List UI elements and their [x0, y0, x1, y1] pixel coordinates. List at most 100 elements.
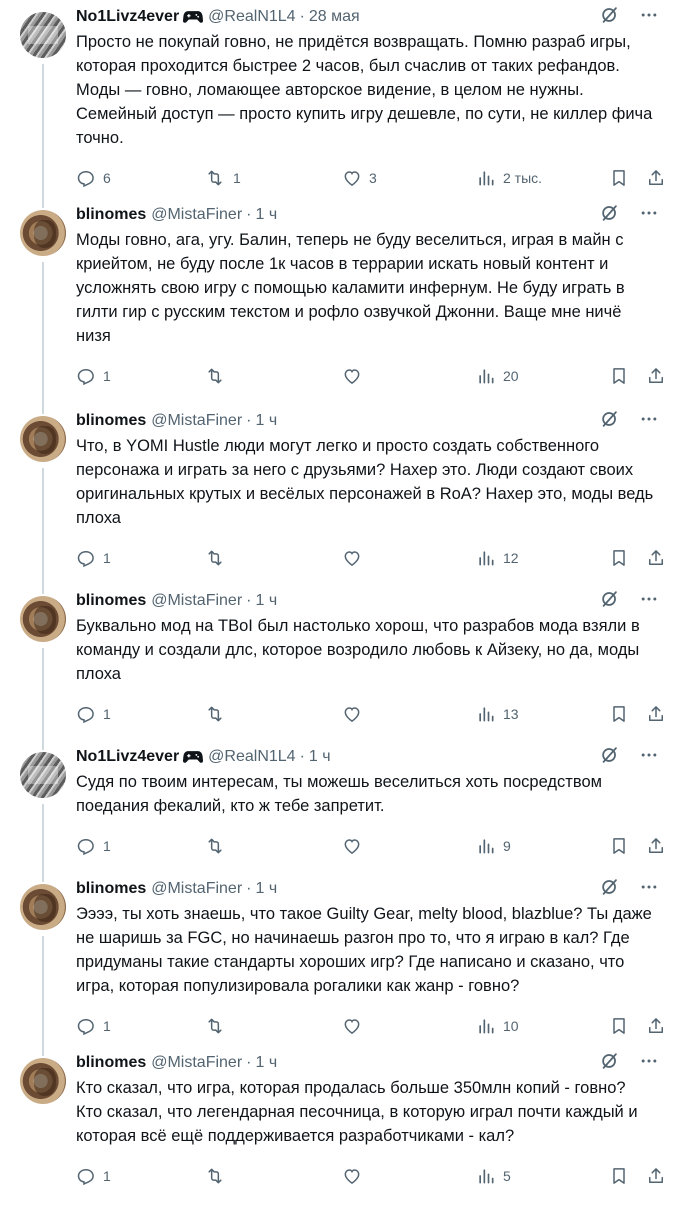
avatar[interactable]: [20, 416, 66, 462]
author-name[interactable]: No1Livz4ever: [76, 748, 179, 766]
author-handle[interactable]: @MistaFiner: [151, 592, 242, 610]
views-icon: [476, 1016, 496, 1036]
timestamp[interactable]: 1 ч: [309, 748, 331, 766]
more-options-icon[interactable]: [639, 409, 659, 434]
author-handle[interactable]: @MistaFiner: [151, 880, 242, 898]
tweet-text-line: точно.: [76, 129, 124, 147]
author-name[interactable]: blinomes: [76, 880, 146, 898]
timestamp[interactable]: 1 ч: [255, 206, 277, 224]
like-button[interactable]: [342, 1015, 369, 1037]
views-button[interactable]: 13: [476, 703, 519, 725]
like-button[interactable]: [342, 835, 369, 857]
tweet[interactable]: blinomes @MistaFiner · 1 ч Моды говно, ага, …: [0, 198, 679, 404]
author-handle[interactable]: @RealN1L4: [208, 748, 295, 766]
more-options-icon[interactable]: [639, 1051, 659, 1076]
retweet-count: 1: [233, 170, 241, 186]
reply-button[interactable]: 1: [76, 1165, 111, 1187]
share-button[interactable]: [646, 1165, 666, 1187]
tweet[interactable]: blinomes @MistaFiner · 1 ч Ээээ, ты хоть зна…: [0, 872, 679, 1046]
bookmark-icon: [609, 1016, 629, 1036]
like-button[interactable]: [342, 547, 369, 569]
views-button[interactable]: 9: [476, 835, 511, 857]
bookmark-button[interactable]: [609, 835, 629, 857]
tweet[interactable]: No1Livz4ever @RealN1L4 · 1 ч Судя по твоим и…: [0, 740, 679, 872]
avatar[interactable]: [20, 752, 66, 798]
retweet-button[interactable]: [204, 1015, 233, 1037]
reply-button[interactable]: 1: [76, 703, 111, 725]
views-button[interactable]: 5: [476, 1165, 511, 1187]
retweet-button[interactable]: [204, 1165, 233, 1187]
share-button[interactable]: [646, 167, 666, 189]
author-name[interactable]: blinomes: [76, 206, 146, 224]
retweet-button[interactable]: [204, 365, 233, 387]
retweet-icon: [204, 548, 226, 568]
author-name[interactable]: blinomes: [76, 412, 146, 430]
more-options-icon[interactable]: [639, 5, 659, 30]
author-name[interactable]: No1Livz4ever: [76, 8, 179, 26]
tweet[interactable]: No1Livz4ever @RealN1L4 · 28 мая Просто не по…: [0, 0, 679, 198]
share-button[interactable]: [646, 703, 666, 725]
avatar[interactable]: [20, 1058, 66, 1104]
reply-button[interactable]: 1: [76, 1015, 111, 1037]
share-button[interactable]: [646, 835, 666, 857]
timestamp[interactable]: 1 ч: [255, 880, 277, 898]
grok-icon[interactable]: [599, 1050, 621, 1077]
avatar[interactable]: [20, 596, 66, 642]
views-button[interactable]: 10: [476, 1015, 519, 1037]
share-button[interactable]: [646, 1015, 666, 1037]
more-options-icon[interactable]: [639, 589, 659, 614]
avatar[interactable]: [20, 210, 66, 256]
author-name[interactable]: blinomes: [76, 1054, 146, 1072]
like-button[interactable]: [342, 1165, 369, 1187]
bookmark-button[interactable]: [609, 1165, 629, 1187]
author-name[interactable]: blinomes: [76, 592, 146, 610]
share-button[interactable]: [646, 547, 666, 569]
grok-icon[interactable]: [599, 588, 621, 615]
reply-button[interactable]: 6: [76, 167, 111, 189]
like-button[interactable]: [342, 365, 369, 387]
grok-icon[interactable]: [599, 4, 621, 31]
reply-button[interactable]: 1: [76, 365, 111, 387]
views-button[interactable]: 20: [476, 365, 519, 387]
more-options-icon[interactable]: [639, 745, 659, 770]
bookmark-button[interactable]: [609, 703, 629, 725]
timestamp[interactable]: 1 ч: [255, 592, 277, 610]
timestamp[interactable]: 1 ч: [255, 1054, 277, 1072]
avatar[interactable]: [20, 884, 66, 930]
retweet-button[interactable]: 1: [204, 167, 241, 189]
timestamp[interactable]: 1 ч: [255, 412, 277, 430]
tweet-text-line: Просто не покупай говно, не придётся воз…: [76, 33, 631, 51]
timestamp[interactable]: 28 мая: [309, 8, 360, 26]
bookmark-button[interactable]: [609, 167, 629, 189]
like-button[interactable]: [342, 703, 369, 725]
tweet[interactable]: blinomes @MistaFiner · 1 ч Кто сказал, что и…: [0, 1046, 679, 1206]
share-icon: [646, 836, 666, 856]
retweet-button[interactable]: [204, 703, 233, 725]
author-handle[interactable]: @MistaFiner: [151, 412, 242, 430]
views-button[interactable]: 2 тыс.: [476, 167, 542, 189]
author-handle[interactable]: @MistaFiner: [151, 1054, 242, 1072]
tweet[interactable]: blinomes @MistaFiner · 1 ч Что, в YOMI Hustl…: [0, 404, 679, 584]
bookmark-button[interactable]: [609, 1015, 629, 1037]
grok-icon[interactable]: [599, 744, 621, 771]
share-button[interactable]: [646, 365, 666, 387]
reply-button[interactable]: 1: [76, 835, 111, 857]
grok-icon[interactable]: [599, 876, 621, 903]
views-button[interactable]: 12: [476, 547, 519, 569]
avatar[interactable]: [20, 12, 66, 58]
bookmark-button[interactable]: [609, 365, 629, 387]
retweet-button[interactable]: [204, 547, 233, 569]
bookmark-button[interactable]: [609, 547, 629, 569]
tweet-header: blinomes @MistaFiner · 1 ч: [76, 1052, 659, 1074]
reply-button[interactable]: 1: [76, 547, 111, 569]
author-handle[interactable]: @MistaFiner: [151, 206, 242, 224]
grok-icon[interactable]: [599, 408, 621, 435]
retweet-button[interactable]: [204, 835, 233, 857]
author-handle[interactable]: @RealN1L4: [208, 8, 295, 26]
like-button[interactable]: 3: [342, 167, 377, 189]
more-options-icon[interactable]: [639, 203, 659, 228]
grok-icon[interactable]: [599, 202, 621, 229]
tweet[interactable]: blinomes @MistaFiner · 1 ч Буквально мод на …: [0, 584, 679, 740]
tweet-text: Судя по твоим интересам, ты можешь весел…: [76, 770, 657, 818]
more-options-icon[interactable]: [639, 877, 659, 902]
